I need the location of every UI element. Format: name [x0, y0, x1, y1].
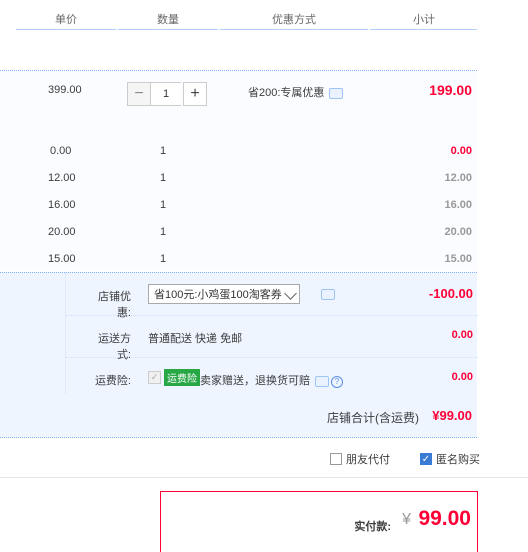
row-subtotal: 20.00	[444, 226, 472, 238]
table-row: 15.00 1 15.00	[0, 253, 477, 273]
anonymous-checkbox[interactable]: ✓	[420, 453, 432, 465]
header-underline	[220, 29, 368, 30]
chat-icon[interactable]	[329, 87, 344, 99]
chat-icon[interactable]	[321, 289, 335, 300]
table-header: 单价 数量 优惠方式 小计	[0, 0, 477, 30]
item-price: 399.00	[48, 84, 82, 96]
store-total-label: 店铺合计(含运费)	[327, 411, 419, 425]
row-subtotal: 12.00	[444, 172, 472, 184]
row-subtotal: 16.00	[444, 199, 472, 211]
table-row: 16.00 1 16.00	[0, 199, 477, 219]
friend-pay-checkbox[interactable]	[330, 453, 342, 465]
store-discount-selected: 省100元:小鸡蛋100淘客券	[154, 289, 282, 301]
promotion-text: 省200:专属优惠	[248, 87, 325, 99]
payment-amount: 99.00	[418, 507, 471, 530]
insurance-row: 运费险: ✓ 运费险 卖家赠送，退换货可赔? 0.00	[66, 357, 478, 399]
row-subtotal: 15.00	[444, 253, 472, 265]
column-promotion: 优惠方式	[220, 12, 368, 29]
chevron-down-icon	[284, 287, 297, 300]
payment-options: 朋友代付 ✓ 匿名购买	[0, 437, 528, 478]
increase-button[interactable]: +	[183, 82, 207, 106]
quantity-input[interactable]: 1	[151, 82, 181, 106]
row-quantity: 1	[160, 199, 167, 211]
currency-symbol: ¥	[402, 511, 411, 528]
header-underline	[16, 29, 116, 30]
store-total-row: 店铺合计(含运费) ¥99.00	[0, 395, 477, 435]
row-quantity: 1	[160, 145, 167, 157]
item-subtotal: 199.00	[429, 82, 472, 98]
item-promotion: 省200:专属优惠	[248, 84, 344, 100]
anonymous-option[interactable]: ✓ 匿名购买	[420, 451, 480, 467]
table-row: 20.00 1 20.00	[0, 226, 477, 246]
payment-label: 实付款:	[354, 521, 391, 533]
friend-pay-option[interactable]: 朋友代付	[330, 451, 390, 467]
decrease-button[interactable]: −	[127, 82, 151, 106]
insurance-value: 0.00	[451, 371, 473, 383]
shipping-row: 运送方式: 普通配送 快递 免邮 0.00	[66, 315, 478, 361]
row-quantity: 1	[160, 253, 167, 265]
header-underline	[118, 29, 218, 30]
column-subtotal: 小计	[372, 12, 476, 29]
insurance-label: 运费险:	[94, 375, 131, 387]
table-row: 12.00 1 12.00	[0, 172, 477, 192]
anonymous-label: 匿名购买	[436, 454, 480, 466]
shipping-value: 0.00	[451, 329, 473, 341]
row-quantity: 1	[160, 226, 167, 238]
table-row: 0.00 1 0.00	[0, 145, 477, 165]
store-options: 店铺优惠: 省100元:小鸡蛋100淘客券 -100.00 运送方式: 普通配送…	[65, 273, 478, 393]
store-summary: 店铺优惠: 省100元:小鸡蛋100淘客券 -100.00 运送方式: 普通配送…	[0, 272, 478, 438]
row-price: 12.00	[48, 172, 76, 184]
row-quantity: 1	[160, 172, 167, 184]
store-discount-value: -100.00	[428, 286, 473, 301]
chat-icon[interactable]	[315, 375, 329, 387]
row-subtotal: 0.00	[450, 145, 472, 157]
insurance-checkbox: ✓	[148, 371, 161, 384]
store-discount-row: 店铺优惠: 省100元:小鸡蛋100淘客券 -100.00	[66, 273, 478, 319]
row-price: 20.00	[48, 226, 76, 238]
quantity-stepper[interactable]: − 1 +	[127, 82, 207, 106]
store-total-value: ¥99.00	[432, 408, 472, 423]
row-price: 0.00	[50, 145, 72, 157]
insurance-badge: 运费险	[164, 369, 200, 386]
insurance-description: 卖家赠送，退换货可赔	[200, 375, 310, 387]
column-quantity: 数量	[118, 12, 218, 29]
row-price: 16.00	[48, 199, 76, 211]
help-icon[interactable]: ?	[331, 376, 343, 388]
row-price: 15.00	[48, 253, 76, 265]
friend-pay-label: 朋友代付	[346, 454, 390, 466]
header-underline	[370, 29, 477, 30]
insurance-text: 卖家赠送，退换货可赔?	[200, 372, 343, 388]
shipping-method: 普通配送 快递 免邮	[148, 333, 243, 345]
column-price: 单价	[16, 12, 116, 29]
store-discount-select[interactable]: 省100元:小鸡蛋100淘客券	[148, 284, 300, 304]
payment-summary: 实付款: ¥ 99.00	[160, 491, 478, 552]
